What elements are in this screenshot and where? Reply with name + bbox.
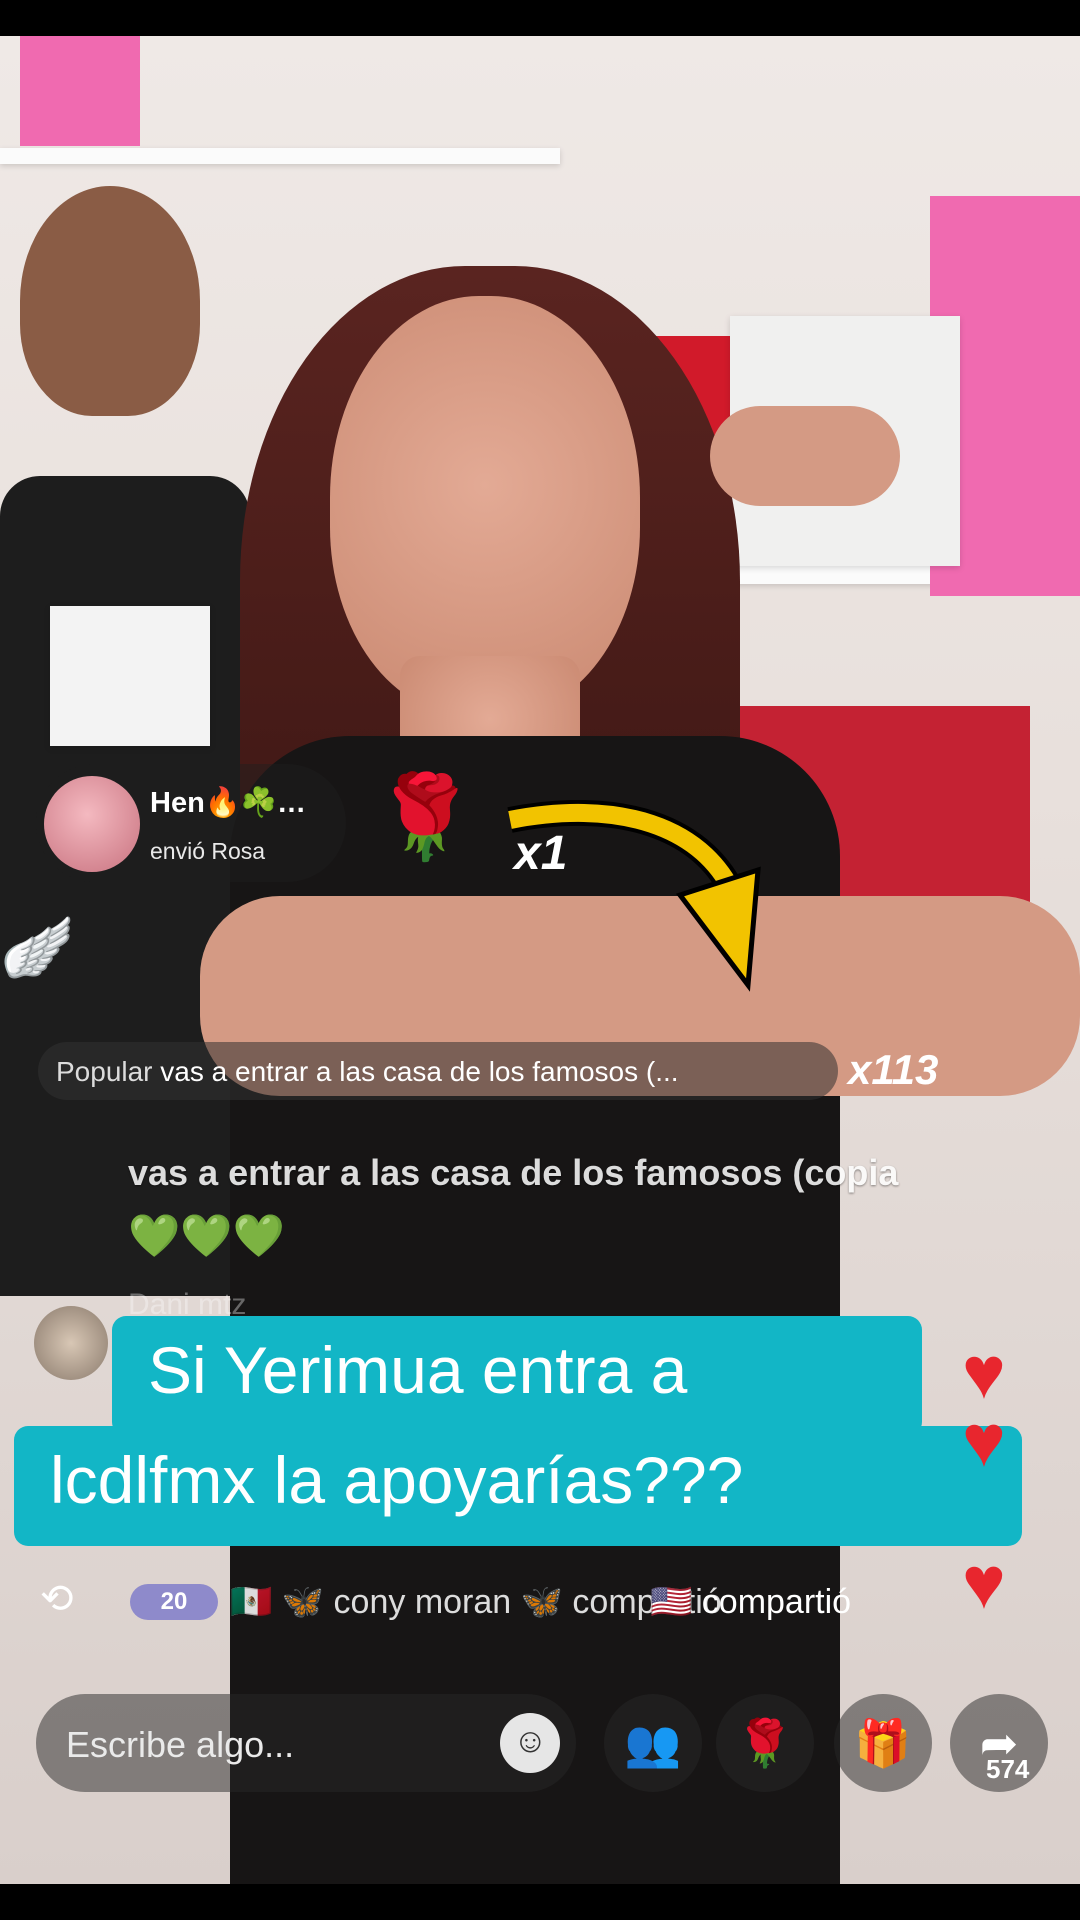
gift-sender-avatar[interactable] [44,776,140,872]
bottom-black-bar [0,1884,1080,1920]
rose-icon: 🌹 [736,1717,794,1769]
popular-count: x113 [848,1046,939,1093]
comment-placeholder: Escribe algo... [66,1724,295,1765]
shelf-top [0,148,560,164]
gift-sender-name: Hen🔥☘️… [150,787,307,819]
smile-icon: ☺ [513,1722,548,1760]
gift-button[interactable]: 🎁 [834,1694,932,1792]
popular-comment-text: Popular vas a entrar a las casa de los f… [56,1056,679,1088]
gift-icon: 🎁 [854,1717,912,1769]
caption-line2: lcdlfmx la apoyarías??? [50,1443,744,1517]
rose-icon: 🌹 [374,772,477,863]
heart-icon: ♥ [962,1541,1006,1624]
share-count: 574 [986,1754,1030,1784]
share-icon: ⟲ [40,1577,74,1621]
rose-button[interactable]: 🌹 [716,1694,814,1792]
share-activity: 🇲🇽 🦋 cony moran 🦋 compartió [230,1583,722,1621]
caption-line1: Si Yerimua entra a [148,1333,688,1407]
popular-message: vas a entrar a las casa de los famosos (… [160,1056,679,1087]
bg-person-head [20,186,200,416]
top-black-bar [0,0,1080,36]
chat-message: vas a entrar a las casa de los famosos (… [128,1152,899,1193]
people-button[interactable]: 👥 [604,1694,702,1792]
level-badge: 20 [130,1584,218,1620]
avatar[interactable] [34,1306,108,1380]
heart-icon: ♥ [962,1399,1006,1482]
wings-icon: 🪽 [0,914,75,981]
popular-label: Popular [56,1056,153,1087]
hand-background [710,406,900,506]
arrow-icon [507,800,761,992]
green-hearts: 💚💚💚 [128,1212,285,1259]
box-left-pink [20,36,140,146]
shirt-print [50,606,210,746]
face [330,296,640,716]
gift-action: envió Rosa [150,838,266,864]
share-activity-2: 🇺🇸 compartió [650,1583,852,1621]
people-icon: 👥 [624,1717,682,1769]
